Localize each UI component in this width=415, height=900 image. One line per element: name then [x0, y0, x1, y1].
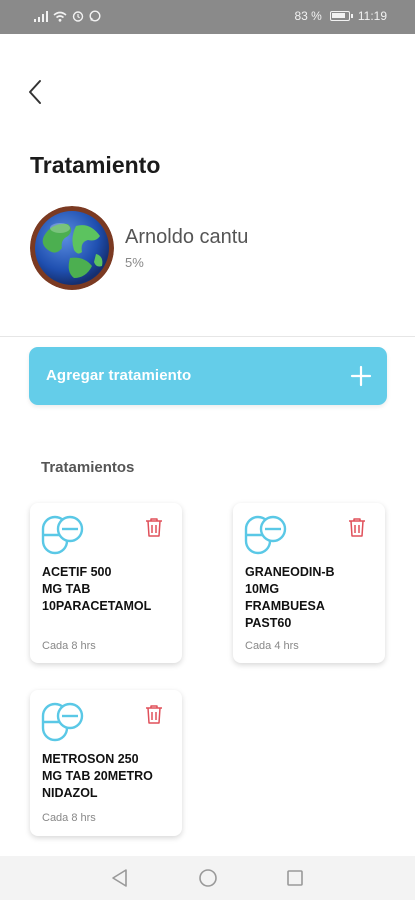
- status-bar: 83 % 11:19: [0, 0, 415, 34]
- back-button[interactable]: [22, 76, 52, 108]
- clock: 11:19: [357, 9, 387, 23]
- medication-name: ACETIF 500 MG TAB 10PARACETAMOL: [42, 565, 152, 613]
- add-treatment-label: Agregar tratamiento: [46, 367, 192, 384]
- trash-icon[interactable]: [348, 517, 366, 537]
- pill-icon: [244, 515, 287, 555]
- medication-frequency: Cada 8 hrs: [42, 812, 96, 824]
- add-treatment-button[interactable]: Agregar tratamiento: [29, 347, 387, 405]
- globe-avatar-icon: [30, 206, 114, 290]
- patient-progress: 5%: [125, 255, 144, 270]
- back-triangle-icon[interactable]: [108, 866, 132, 890]
- treatment-card[interactable]: METROSON 250 MG TAB 20METRO NIDAZOL Cada…: [30, 690, 182, 836]
- treatment-card[interactable]: GRANEODIN-B 10MG FRAMBUESA PAST60 Cada 4…: [233, 503, 385, 663]
- alarm-icon: [72, 11, 84, 22]
- medication-name: METROSON 250 MG TAB 20METRO NIDAZOL: [42, 752, 153, 800]
- patient-name: Arnoldo cantu: [125, 226, 249, 248]
- home-circle-icon[interactable]: [196, 866, 220, 890]
- wifi-icon: [53, 11, 67, 22]
- status-icons-right: 83 % 11:19: [295, 9, 388, 23]
- medication-frequency: Cada 4 hrs: [245, 640, 299, 652]
- trash-icon[interactable]: [145, 517, 163, 537]
- system-nav-bar: [0, 856, 415, 900]
- medication-frequency: Cada 8 hrs: [42, 640, 96, 652]
- battery-percent: 83 %: [294, 9, 322, 23]
- recents-square-icon[interactable]: [283, 866, 307, 890]
- treatment-card[interactable]: ACETIF 500 MG TAB 10PARACETAMOL Cada 8 h…: [30, 503, 182, 663]
- chevron-left-icon: [29, 80, 41, 104]
- pill-icon: [41, 515, 84, 555]
- status-icons-left: [34, 10, 101, 22]
- divider: [0, 336, 415, 337]
- battery-icon: [329, 11, 353, 21]
- trash-icon[interactable]: [145, 704, 163, 724]
- avatar: [30, 206, 114, 290]
- section-title: Tratamientos: [41, 459, 135, 476]
- medication-name: GRANEODIN-B 10MG FRAMBUESA PAST60: [245, 565, 335, 630]
- pill-icon: [41, 702, 84, 742]
- plus-icon: [350, 365, 372, 387]
- signal-icon: [34, 10, 48, 22]
- whatsapp-icon: [89, 10, 101, 22]
- page-title: Tratamiento: [30, 152, 161, 178]
